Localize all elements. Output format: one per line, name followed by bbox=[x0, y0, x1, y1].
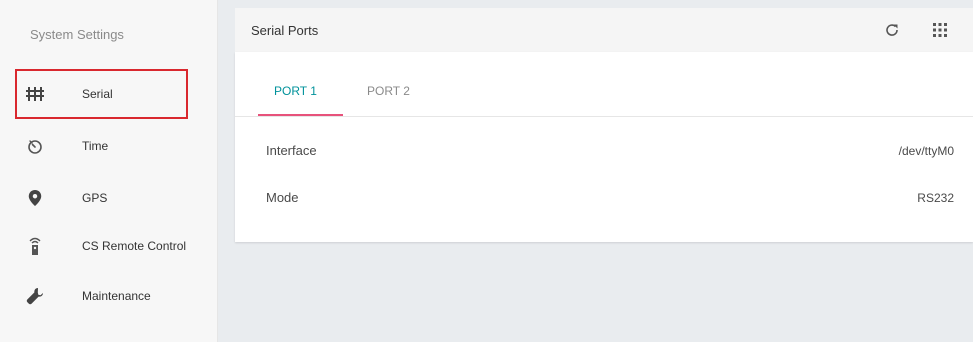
grid-apps-icon bbox=[933, 23, 947, 37]
sidebar: System Settings Serial Time GPS CS Remot… bbox=[0, 0, 218, 342]
mode-label: Mode bbox=[266, 190, 299, 205]
apps-grid-button[interactable] bbox=[929, 19, 951, 41]
remote-control-icon bbox=[24, 235, 46, 257]
sidebar-item-label: Serial bbox=[82, 87, 113, 101]
sidebar-item-label: Time bbox=[82, 139, 109, 153]
interface-value: /dev/ttyM0 bbox=[898, 144, 954, 158]
refresh-icon bbox=[884, 22, 900, 38]
app-root: System Settings Serial Time GPS CS Remot… bbox=[0, 0, 973, 342]
wrench-icon bbox=[24, 285, 46, 307]
sidebar-item-gps[interactable]: GPS bbox=[0, 172, 218, 224]
tab-port-2[interactable]: PORT 2 bbox=[367, 84, 410, 98]
sidebar-item-label: Maintenance bbox=[82, 289, 151, 303]
port-tabs: PORT 1 PORT 2 bbox=[235, 52, 973, 117]
sidebar-item-maintenance[interactable]: Maintenance bbox=[0, 270, 218, 322]
sidebar-item-cs-remote-control[interactable]: CS Remote Control bbox=[0, 220, 218, 272]
active-tab-indicator bbox=[258, 114, 343, 116]
tab-port-1[interactable]: PORT 1 bbox=[274, 84, 317, 98]
page-header: Serial Ports bbox=[235, 8, 973, 52]
sidebar-item-time[interactable]: Time bbox=[0, 120, 218, 172]
sidebar-title: System Settings bbox=[30, 27, 124, 42]
refresh-button[interactable] bbox=[881, 19, 903, 41]
mode-value: RS232 bbox=[917, 191, 954, 205]
timer-icon bbox=[24, 135, 46, 157]
sidebar-item-label: CS Remote Control bbox=[82, 239, 187, 253]
serial-port-card: PORT 1 PORT 2 Interface /dev/ttyM0 Mode … bbox=[235, 52, 973, 242]
interface-label: Interface bbox=[266, 143, 317, 158]
serial-icon bbox=[24, 83, 46, 105]
page-title: Serial Ports bbox=[251, 23, 319, 38]
location-pin-icon bbox=[24, 187, 46, 209]
sidebar-item-label: GPS bbox=[82, 191, 108, 205]
sidebar-item-serial[interactable]: Serial bbox=[0, 68, 218, 120]
